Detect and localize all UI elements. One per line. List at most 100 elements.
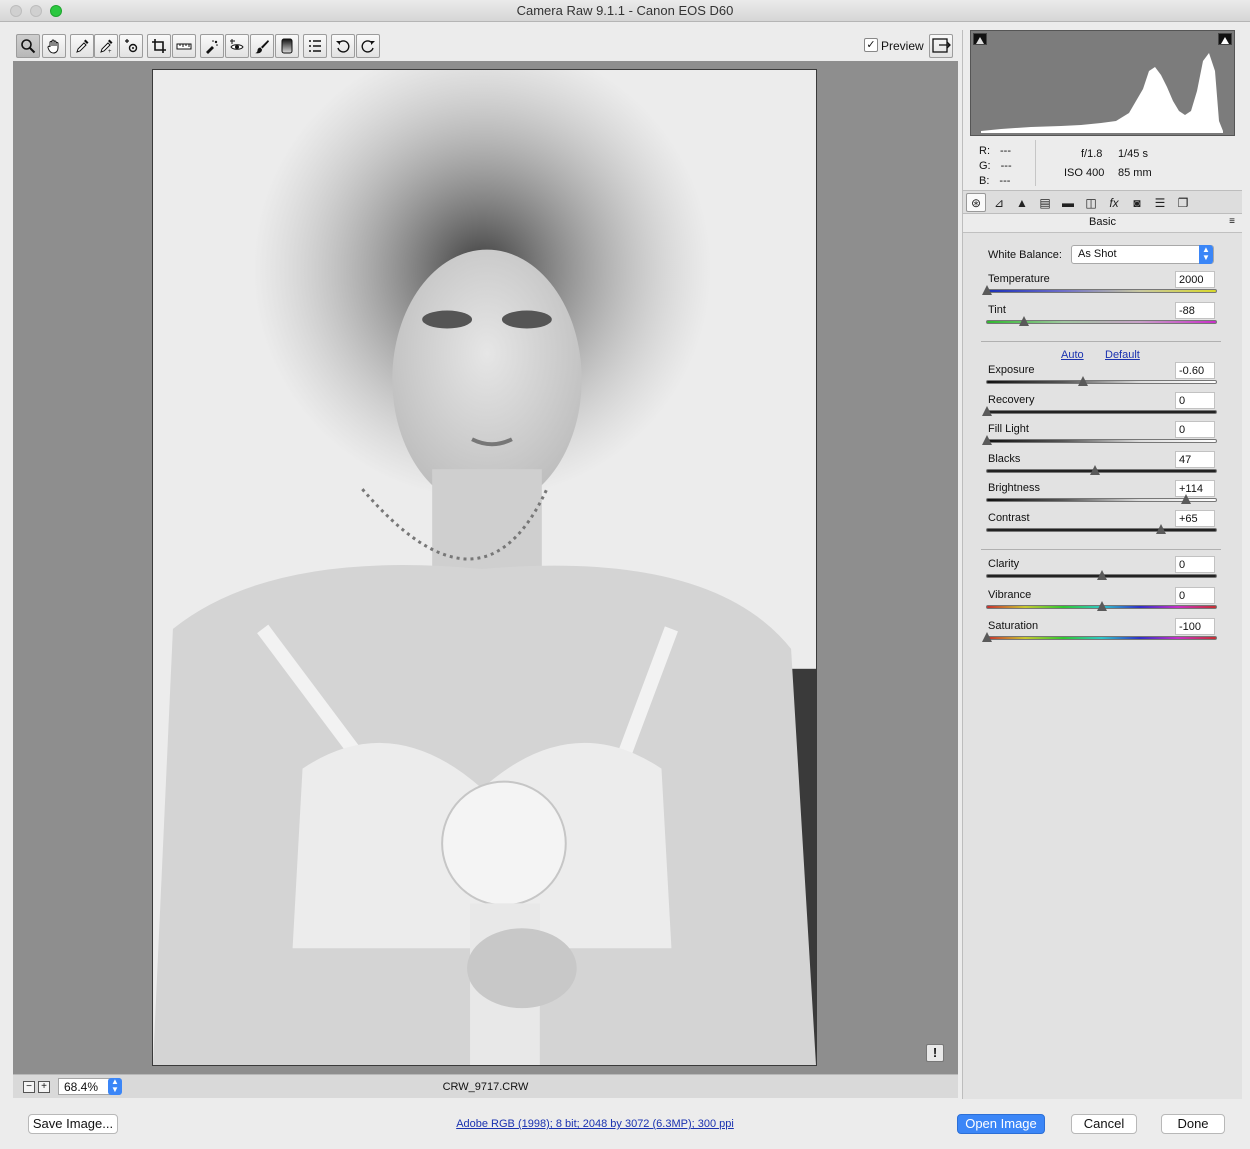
- panel-menu-icon[interactable]: ≡: [1229, 216, 1235, 227]
- tab-basic[interactable]: ⊛: [966, 193, 986, 212]
- panel-tabs: ⊛ ⊿ ▲ ▤ ▬ ◫ fx ◙ ☰ ❐: [963, 190, 1242, 214]
- brightness-slider[interactable]: [986, 494, 1217, 504]
- crop-tool-button[interactable]: [147, 34, 171, 58]
- split-toning-icon: ▬: [1062, 195, 1074, 210]
- b-label: B:: [979, 175, 990, 187]
- done-button[interactable]: Done: [1161, 1114, 1225, 1134]
- fullscreen-button[interactable]: [929, 34, 953, 58]
- white-balance-tool-button[interactable]: [70, 34, 94, 58]
- tab-effects[interactable]: fx: [1104, 193, 1124, 212]
- contrast-value-field[interactable]: +65: [1175, 510, 1215, 527]
- targeted-adjustment-tool-button[interactable]: [119, 34, 143, 58]
- tone-curve-icon: ⊿: [993, 195, 1005, 210]
- image-canvas[interactable]: !: [13, 61, 958, 1074]
- tint-slider-thumb[interactable]: [1018, 316, 1029, 326]
- temperature-value-field[interactable]: 2000: [1175, 271, 1215, 288]
- shadow-clipping-toggle[interactable]: [973, 33, 987, 45]
- detail-triangle-icon: ▲: [1016, 195, 1028, 210]
- color-sampler-icon: +: [100, 39, 113, 54]
- contrast-slider[interactable]: [986, 524, 1217, 534]
- rotate-left-button[interactable]: [331, 34, 355, 58]
- open-image-button[interactable]: Open Image: [957, 1114, 1045, 1134]
- brightness-slider-thumb[interactable]: [1181, 494, 1192, 504]
- zoom-tool-button[interactable]: [16, 34, 40, 58]
- clarity-value-field[interactable]: 0: [1175, 556, 1215, 573]
- status-bar: − + 68.4% ▲ ▼ CRW_9717.CRW: [13, 1074, 958, 1098]
- basic-panel-body: White Balance: As Shot ▲ ▼ Auto Default T…: [963, 232, 1242, 1099]
- section-divider: [981, 549, 1221, 550]
- spot-removal-icon: [206, 40, 218, 54]
- tab-hsl[interactable]: ▤: [1035, 193, 1055, 212]
- straighten-tool-button[interactable]: [172, 34, 196, 58]
- g-value: ---: [1000, 160, 1012, 172]
- spot-removal-tool-button[interactable]: [200, 34, 224, 58]
- fill-light-slider[interactable]: [982, 435, 1217, 445]
- contrast-slider-thumb[interactable]: [1156, 524, 1167, 534]
- cancel-button[interactable]: Cancel: [1071, 1114, 1137, 1134]
- recovery-slider-thumb[interactable]: [982, 406, 992, 416]
- fill-light-label: Fill Light: [988, 423, 1029, 435]
- highlight-clipping-toggle[interactable]: [1218, 33, 1232, 45]
- bottom-bar: Save Image... Adobe RGB (1998); 8 bit; 2…: [0, 1100, 1250, 1149]
- white-balance-value: As Shot: [1078, 248, 1117, 260]
- color-sampler-tool-button[interactable]: +: [94, 34, 118, 58]
- white-balance-select[interactable]: As Shot ▲ ▼: [1071, 245, 1214, 264]
- aperture-value: f/1.8: [1081, 148, 1103, 160]
- clarity-slider-thumb[interactable]: [1096, 570, 1107, 580]
- targeted-adjustment-icon: [125, 39, 138, 53]
- fill-light-value-field[interactable]: 0: [1175, 421, 1215, 438]
- exposure-slider-thumb[interactable]: [1078, 376, 1089, 386]
- blacks-slider[interactable]: [986, 465, 1217, 475]
- blacks-slider-thumb[interactable]: [1089, 465, 1100, 475]
- tab-snapshots[interactable]: ❐: [1173, 193, 1193, 212]
- lens-icon: ◫: [1085, 195, 1097, 210]
- preview-label: Preview: [881, 39, 924, 53]
- straighten-icon: [176, 43, 192, 50]
- hand-tool-button[interactable]: [42, 34, 66, 58]
- photo-preview[interactable]: [152, 69, 817, 1066]
- svg-text:+: +: [108, 49, 112, 54]
- fullscreen-toggle-icon: [932, 38, 951, 53]
- recovery-slider[interactable]: [982, 406, 1217, 416]
- blacks-value-field[interactable]: 47: [1175, 451, 1215, 468]
- preferences-button[interactable]: [303, 34, 327, 58]
- rgb-readout: R: --- G: --- B: ---: [979, 144, 1012, 189]
- saturation-value-field[interactable]: -100: [1175, 618, 1215, 635]
- tint-value-field[interactable]: -88: [1175, 302, 1215, 319]
- vibrance-slider-thumb[interactable]: [1096, 601, 1107, 611]
- histogram-graph: [981, 53, 1223, 133]
- saturation-slider[interactable]: [982, 632, 1217, 642]
- saturation-label: Saturation: [988, 620, 1039, 632]
- fill-light-slider-thumb[interactable]: [982, 435, 992, 445]
- adjustments-panel: R: --- G: --- B: --- f/1.8 1/45 s ISO 400 8…: [962, 30, 1242, 1099]
- tab-detail[interactable]: ▲: [1012, 193, 1032, 212]
- tab-presets[interactable]: ☰: [1150, 193, 1170, 212]
- hsl-icon: ▤: [1039, 195, 1051, 210]
- aperture-icon: ⊛: [970, 195, 982, 210]
- temperature-slider[interactable]: [982, 285, 1217, 295]
- default-link[interactable]: Default: [1105, 349, 1140, 361]
- vibrance-slider[interactable]: [986, 601, 1217, 611]
- zoom-icon: [21, 39, 36, 54]
- auto-link[interactable]: Auto: [1061, 349, 1084, 361]
- clarity-slider[interactable]: [986, 570, 1217, 580]
- adjustment-brush-tool-button[interactable]: [250, 34, 274, 58]
- preview-checkbox[interactable]: ✓: [864, 38, 878, 52]
- r-label: R:: [979, 145, 990, 157]
- tab-tone-curve[interactable]: ⊿: [989, 193, 1009, 212]
- exposure-slider[interactable]: [986, 376, 1217, 386]
- tab-split-toning[interactable]: ▬: [1058, 193, 1078, 212]
- tint-slider[interactable]: [986, 316, 1217, 326]
- graduated-filter-tool-button[interactable]: [275, 34, 299, 58]
- tab-camera-calibration[interactable]: ◙: [1127, 193, 1147, 212]
- recovery-value-field[interactable]: 0: [1175, 392, 1215, 409]
- rotate-right-button[interactable]: [356, 34, 380, 58]
- iso-value: ISO 400: [1064, 167, 1105, 179]
- temperature-slider-thumb[interactable]: [982, 285, 992, 295]
- warning-button[interactable]: !: [926, 1044, 944, 1062]
- exposure-value-field[interactable]: -0.60: [1175, 362, 1215, 379]
- vibrance-value-field[interactable]: 0: [1175, 587, 1215, 604]
- saturation-slider-thumb[interactable]: [982, 632, 992, 642]
- tab-lens-corrections[interactable]: ◫: [1081, 193, 1101, 212]
- red-eye-tool-button[interactable]: [225, 34, 249, 58]
